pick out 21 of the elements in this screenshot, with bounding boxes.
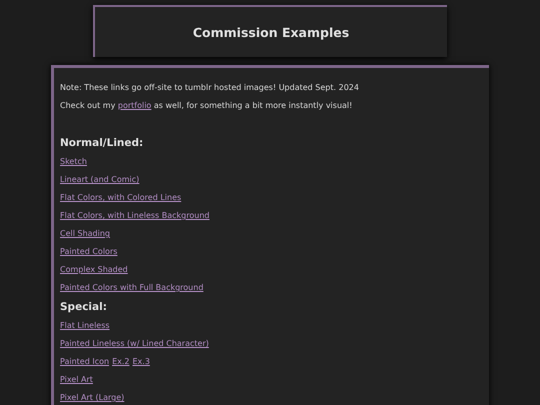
page-title: Commission Examples <box>192 24 350 40</box>
commission-link[interactable]: Ex.2 <box>112 357 130 366</box>
commission-link[interactable]: Flat Lineless <box>60 321 110 330</box>
intro-text: Note: These links go off-site to tumblr hosted images! Updated Sept. 2024 <box>60 83 360 92</box>
portfolio-link[interactable]: portfolio <box>118 101 152 110</box>
commission-link[interactable]: Flat Colors, with Lineless Background <box>60 211 210 220</box>
commission-link[interactable]: Painted Colors with Full Background <box>60 283 204 292</box>
intro-text: Check out my portfolio as well, for something a bit more instantly visual! <box>60 101 354 110</box>
commission-link[interactable]: Lineart (and Comic) <box>60 175 140 184</box>
commission-link[interactable]: Sketch <box>60 157 87 166</box>
commission-link[interactable]: Pixel Art (Large) <box>60 393 124 402</box>
commission-link[interactable]: Flat Colors, with Colored Lines <box>60 193 182 202</box>
commission-link[interactable]: Ex.3 <box>132 357 150 366</box>
commission-link[interactable]: Painted Icon <box>60 357 110 366</box>
commission-link[interactable]: Cell Shading <box>60 229 110 238</box>
section-heading: Special: <box>60 301 108 314</box>
commission-link[interactable]: Pixel Art <box>60 375 93 384</box>
commission-link[interactable]: Painted Lineless (w/ Lined Character) <box>60 339 209 348</box>
commission-link[interactable]: Complex Shaded <box>60 265 128 274</box>
section-heading: Normal/Lined: <box>60 137 144 150</box>
commission-link[interactable]: Painted Colors <box>60 247 118 256</box>
